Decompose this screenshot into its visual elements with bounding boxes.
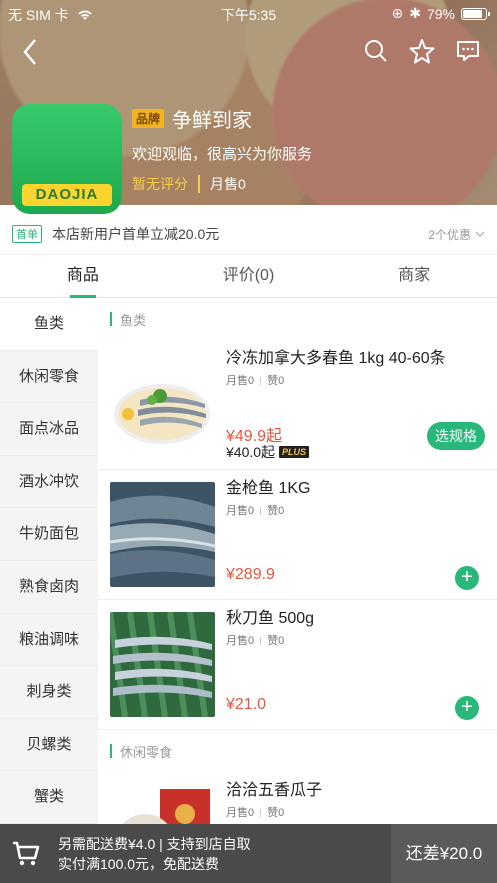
sidebar-item-snacks[interactable]: 休闲零食 (0, 351, 98, 404)
product-likes: 赞0 (267, 375, 285, 387)
section-title: 休闲零食 (98, 730, 497, 772)
store-welcome: 欢迎观临，很高兴为你服务 (132, 146, 313, 163)
sidebar-item-grain-oil[interactable]: 粮油调味 (0, 614, 98, 667)
status-bar: 无 SIM 卡 下午5:35 ⊕ ✱ 79% (0, 0, 497, 26)
product-item[interactable]: 冷冻加拿大多春鱼 1kg 40-60条 月售0 赞0 ¥49.9起 ¥40.0起 … (98, 340, 497, 470)
logo-subtext: DAOJIA (22, 184, 112, 206)
sidebar-item-deli[interactable]: 熟食卤肉 (0, 561, 98, 614)
category-sidebar: 鱼类 休闲零食 面点冰品 酒水冲饮 牛奶面包 熟食卤肉 粮油调味 刺身类 贝螺类… (0, 298, 98, 824)
plus-badge: PLUS (279, 446, 310, 458)
product-name: 洽洽五香瓜子 (226, 782, 323, 799)
store-rating: 暂无评分 (132, 176, 188, 192)
favorite-star-icon[interactable] (409, 38, 435, 64)
product-sales: 月售0 (226, 375, 255, 387)
tab-bar: 商品 评价(0) 商家 (0, 254, 497, 298)
product-likes: 赞0 (267, 505, 285, 517)
plus-icon: + (461, 696, 473, 718)
checkout-button[interactable]: 还差¥20.0 (391, 824, 497, 883)
product-likes: 赞0 (267, 635, 285, 647)
promo-bar[interactable]: 首单 本店新用户首单立减20.0元 2个优惠 (0, 218, 497, 250)
product-stats: 月售0 赞0 (226, 502, 284, 518)
store-name: 争鲜到家 (172, 110, 253, 132)
product-sales: 月售0 (226, 505, 255, 517)
plus-price: ¥40.0起 (226, 444, 276, 460)
sidebar-item-drinks[interactable]: 酒水冲饮 (0, 456, 98, 509)
cart-bar: 另需配送费¥4.0 | 支持到店自取 实付满100.0元，免配送费 还差¥20.… (0, 824, 497, 883)
add-to-cart-button[interactable]: + (455, 566, 479, 590)
product-price: ¥21.0 (226, 696, 267, 713)
section-title: 鱼类 (98, 298, 497, 340)
sidebar-item-shellfish[interactable]: 贝螺类 (0, 719, 98, 772)
back-button[interactable] (22, 38, 38, 71)
sidebar-item-pastry-frozen[interactable]: 面点冰品 (0, 403, 98, 456)
first-order-badge: 首单 (12, 225, 42, 243)
search-icon[interactable] (363, 38, 389, 64)
message-icon[interactable] (455, 38, 481, 64)
sidebar-item-fish[interactable]: 鱼类 (0, 298, 98, 351)
store-monthly-sales: 月售0 (210, 176, 246, 192)
tab-merchant[interactable]: 商家 (331, 255, 497, 297)
product-list: 鱼类 冷冻加拿大多春鱼 1kg 40-60条 月售0 赞0 ¥49.9起 ¥40.… (98, 298, 497, 824)
chevron-down-icon (475, 231, 485, 237)
plus-icon: + (461, 566, 473, 588)
product-image (110, 482, 215, 587)
sidebar-item-milk-bread[interactable]: 牛奶面包 (0, 508, 98, 561)
brand-badge: 品牌 (132, 109, 165, 128)
divider (198, 175, 200, 193)
store-logo: 争鲜 DAOJIA (12, 104, 122, 214)
tab-reviews[interactable]: 评价(0) (166, 255, 332, 297)
delivery-fee-text: 另需配送费¥4.0 | 支持到店自取 (58, 835, 251, 852)
free-delivery-text: 实付满100.0元，免配送费 (58, 855, 220, 872)
add-to-cart-button[interactable]: + (455, 696, 479, 720)
product-name: 冷冻加拿大多春鱼 1kg 40-60条 (226, 350, 446, 367)
cart-summary[interactable]: 另需配送费¥4.0 | 支持到店自取 实付满100.0元，免配送费 (0, 824, 391, 883)
sidebar-item-sashimi[interactable]: 刺身类 (0, 666, 98, 719)
promo-more[interactable]: 2个优惠 (428, 226, 485, 243)
promo-count: 2个优惠 (428, 227, 471, 242)
cart-icon[interactable] (12, 841, 40, 867)
product-image (110, 352, 215, 457)
product-sales: 月售0 (226, 807, 255, 819)
sidebar-item-crab[interactable]: 蟹类 (0, 771, 98, 824)
rotation-lock-icon: ⊕ (391, 5, 404, 21)
product-image (110, 784, 215, 824)
product-stats: 月售0 赞0 (226, 632, 284, 648)
chevron-left-icon (23, 39, 36, 65)
top-nav (0, 34, 497, 70)
product-item[interactable]: 金枪鱼 1KG 月售0 赞0 ¥289.9 + (98, 470, 497, 600)
product-name: 金枪鱼 1KG (226, 480, 311, 497)
product-price: ¥289.9 (226, 566, 275, 583)
product-sales: 月售0 (226, 635, 255, 647)
product-item[interactable]: 洽洽五香瓜子 月售0 赞0 (98, 772, 497, 824)
product-likes: 赞0 (267, 807, 285, 819)
bluetooth-icon: ✱ (409, 5, 421, 21)
product-stats: 月售0 赞0 (226, 804, 284, 820)
product-name: 秋刀鱼 500g (226, 610, 315, 627)
product-stats: 月售0 赞0 (226, 372, 284, 388)
battery-icon (461, 7, 490, 20)
plus-price-row: ¥40.0起 PLUS (226, 442, 310, 462)
promo-text: 本店新用户首单立减20.0元 (52, 226, 220, 242)
product-item[interactable]: 秋刀鱼 500g 月售0 赞0 ¥21.0 + (98, 600, 497, 730)
product-image (110, 612, 215, 717)
tab-products[interactable]: 商品 (0, 255, 166, 298)
select-spec-button[interactable]: 选规格 (427, 422, 485, 450)
battery-percent: 79% (426, 5, 455, 22)
